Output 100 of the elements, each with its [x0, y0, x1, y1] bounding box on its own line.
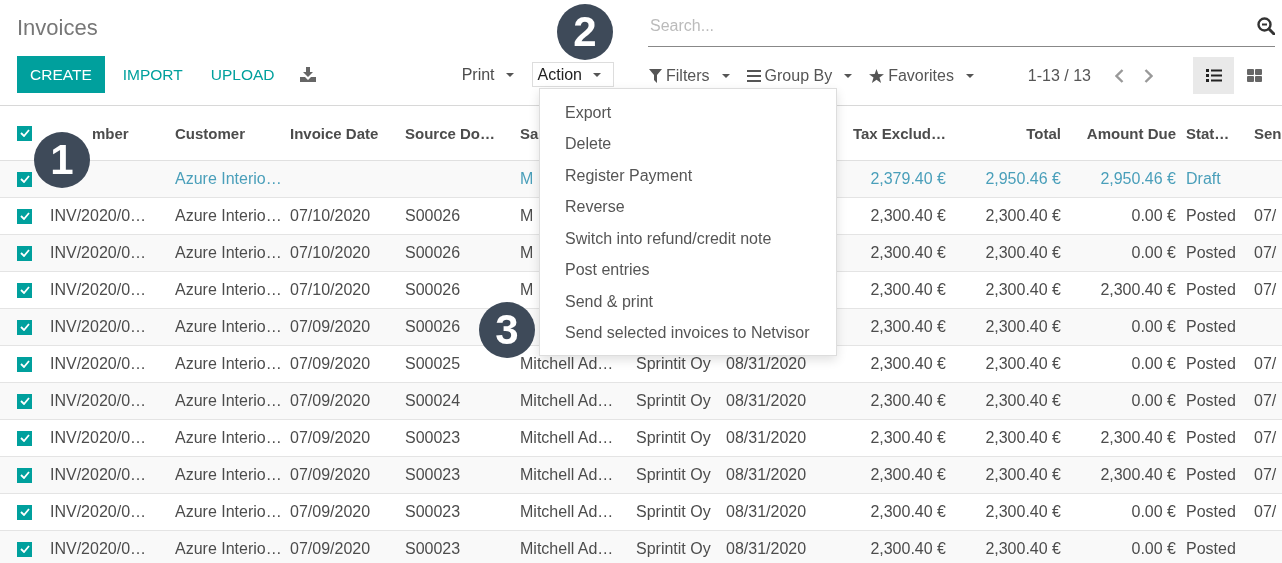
- table-cell: 2,300.40 €: [870, 244, 946, 261]
- menu-item[interactable]: Delete: [540, 128, 836, 160]
- checkbox[interactable]: [17, 467, 32, 483]
- checkbox[interactable]: [17, 393, 32, 409]
- checkbox[interactable]: [17, 319, 32, 335]
- table-cell: S00026: [405, 281, 461, 298]
- table-cell: 07/: [1254, 207, 1277, 224]
- table-cell: Azure Interio…: [175, 207, 282, 224]
- checkbox[interactable]: [17, 504, 32, 520]
- table-cell: 2,300.40 €: [985, 540, 1061, 557]
- caret-icon: [721, 73, 730, 78]
- checkbox[interactable]: [17, 430, 32, 446]
- table-cell: 07/09/2020: [290, 318, 371, 335]
- column-header[interactable]: Amount Due: [1086, 124, 1176, 142]
- table-cell: M: [520, 244, 534, 261]
- column-header[interactable]: Tax Exclud…: [852, 124, 946, 142]
- table-cell: 2,300.40 €: [870, 429, 946, 446]
- checkbox[interactable]: [17, 245, 32, 261]
- checkbox[interactable]: [17, 171, 32, 187]
- dropdown-toggle[interactable]: Print: [455, 62, 520, 87]
- table-cell: Sprintit Oy: [636, 392, 711, 409]
- table-cell: S00023: [405, 429, 461, 446]
- table-cell: S00025: [405, 355, 461, 372]
- table-cell: S00026: [405, 207, 461, 224]
- table-cell: 07/: [1254, 355, 1277, 372]
- menu-item[interactable]: Switch into refund/credit note: [540, 223, 836, 255]
- table-cell: 2,300.40 €: [985, 392, 1061, 409]
- table-cell: 2,300.40 €: [1100, 466, 1176, 483]
- table-cell: 07/09/2020: [290, 503, 371, 520]
- caret-icon: [844, 73, 853, 78]
- grid-icon: [1247, 69, 1262, 82]
- table-cell: 07/10/2020: [290, 281, 371, 298]
- dropdown-toggle[interactable]: Group By: [745, 63, 854, 88]
- checkbox[interactable]: [17, 541, 32, 557]
- checkbox[interactable]: [17, 208, 32, 224]
- table-cell: INV/2020/0…: [50, 318, 147, 335]
- column-header[interactable]: Customer: [175, 124, 245, 142]
- step-badge: 1: [34, 132, 90, 188]
- checkbox[interactable]: [17, 356, 32, 372]
- table-cell: INV/2020/0…: [50, 392, 147, 409]
- search-icon: [1257, 17, 1275, 35]
- table-cell: Sprintit Oy: [636, 429, 711, 446]
- checkbox[interactable]: [17, 282, 32, 298]
- table-cell: Mitchell Ad…: [520, 466, 614, 483]
- column-header[interactable]: Stat…: [1186, 124, 1230, 142]
- table-cell: S00026: [405, 318, 461, 335]
- table-cell: 2,950.46 €: [985, 170, 1061, 187]
- table-cell: 2,300.40 €: [985, 355, 1061, 372]
- table-cell: Posted: [1186, 466, 1236, 483]
- table-cell: 08/31/2020: [726, 540, 807, 557]
- table-cell: Draft: [1186, 170, 1221, 187]
- dropdown-toggle[interactable]: Action: [531, 62, 614, 87]
- table-cell: Mitchell Ad…: [520, 392, 614, 409]
- table-cell: M: [520, 281, 534, 298]
- checkbox[interactable]: [17, 125, 32, 141]
- menu-item[interactable]: Send & print: [540, 286, 836, 318]
- table-cell: 2,300.40 €: [985, 466, 1061, 483]
- menu-item[interactable]: Post entries: [540, 254, 836, 286]
- table-cell: 0.00 €: [1131, 540, 1176, 557]
- table-cell: 08/31/2020: [726, 503, 807, 520]
- menu-item[interactable]: Reverse: [540, 191, 836, 223]
- table-cell: 07/09/2020: [290, 540, 371, 557]
- column-header[interactable]: Sa: [520, 124, 539, 142]
- table-cell: Mitchell Ad…: [520, 355, 614, 372]
- menu-item[interactable]: Register Payment: [540, 160, 836, 192]
- table-cell: Mitchell Ad…: [520, 540, 614, 557]
- table-cell: 0.00 €: [1131, 244, 1176, 261]
- column-header[interactable]: mber: [92, 124, 129, 142]
- table-cell: 2,300.40 €: [985, 244, 1061, 261]
- table-cell: 0.00 €: [1131, 355, 1176, 372]
- table-cell: 07/09/2020: [290, 429, 371, 446]
- table-cell: 07/10/2020: [290, 244, 371, 261]
- column-header[interactable]: Invoice Date: [290, 124, 379, 142]
- table-cell: 07/09/2020: [290, 355, 371, 372]
- table-cell: 2,300.40 €: [1100, 281, 1176, 298]
- view-button[interactable]: [1193, 57, 1234, 94]
- table-cell: 2,950.46 €: [1100, 170, 1176, 187]
- table-cell: Azure Interio…: [175, 392, 282, 409]
- table-cell: 0.00 €: [1131, 503, 1176, 520]
- search-field[interactable]: Search...: [648, 17, 1257, 35]
- column-header[interactable]: Total: [1026, 124, 1061, 142]
- menu-item[interactable]: Export: [540, 97, 836, 129]
- table-cell: 2,300.40 €: [870, 466, 946, 483]
- table-cell: 07/: [1254, 244, 1277, 261]
- download-button[interactable]: [300, 67, 317, 82]
- table-cell: S00023: [405, 540, 461, 557]
- chevron-left-icon: [1115, 68, 1124, 83]
- menu-item[interactable]: Send selected invoices to Netvisor: [540, 317, 836, 349]
- table-cell: Posted: [1186, 429, 1236, 446]
- dropdown-toggle[interactable]: Favorites: [868, 63, 975, 88]
- table-cell: S00026: [405, 244, 461, 261]
- dropdown-toggle[interactable]: Filters: [648, 63, 731, 88]
- column-header[interactable]: Sen: [1254, 124, 1282, 142]
- caret-icon: [965, 73, 974, 78]
- table-cell: Azure Interio…: [175, 355, 282, 372]
- table-cell: M: [520, 207, 534, 224]
- column-header[interactable]: Source Do…: [405, 124, 495, 142]
- table-cell: 2,300.40 €: [985, 318, 1061, 335]
- filter-icon: [649, 68, 662, 83]
- table-cell: Posted: [1186, 392, 1236, 409]
